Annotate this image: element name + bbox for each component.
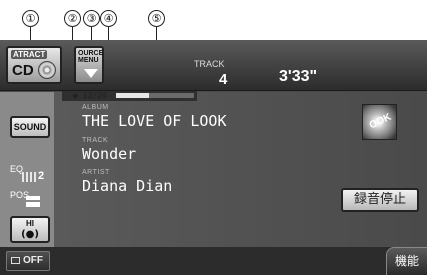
screen-off-icon — [11, 257, 20, 264]
track-title-label: TRACK — [82, 137, 109, 144]
hi-button[interactable]: HI (●) — [10, 216, 50, 243]
bottom-bar: OFF 機能 — [0, 247, 427, 275]
source-menu-label-1: OURCE — [78, 50, 104, 57]
sidebar: SOUND EQ 2 POS HI (●) — [0, 92, 54, 247]
hi-label: HI — [26, 219, 34, 228]
progress-bar-fill — [116, 93, 149, 98]
seat-position-icon — [26, 196, 40, 207]
attract-label: ATRACT — [11, 50, 48, 59]
callout-3: ③ — [83, 10, 100, 27]
source-menu-label-2: MENU — [78, 57, 99, 64]
progress-bar — [116, 93, 194, 98]
artist-label: ARTIST — [82, 169, 110, 176]
album-art-image: OOK — [362, 104, 397, 140]
pos-button[interactable]: POS — [10, 190, 52, 212]
callout-1: ① — [22, 10, 39, 27]
audio-screen: ATRACT CD OURCE MENU TRACK 4 3'33" SOUND… — [0, 40, 427, 275]
attract-cd-button[interactable]: ATRACT CD — [6, 46, 62, 84]
top-bar: ATRACT CD OURCE MENU TRACK 4 3'33" — [0, 40, 427, 91]
triangle-down-icon — [84, 69, 98, 78]
track-label: TRACK — [194, 59, 225, 69]
album-art-text: OOK — [367, 111, 394, 132]
track-number: 4 — [219, 71, 228, 88]
sound-button[interactable]: SOUND — [10, 116, 50, 138]
callout-2: ② — [64, 10, 81, 27]
album-value: THE LOVE OF LOOK — [82, 112, 227, 130]
callout-4: ④ — [100, 10, 117, 27]
cd-disc-icon — [38, 61, 56, 79]
off-label: OFF — [23, 255, 43, 266]
cd-label: CD — [12, 62, 34, 79]
track-info-panel: ALBUM THE LOVE OF LOOK TRACK Wonder ARTI… — [54, 92, 427, 247]
equalizer-icon — [22, 172, 36, 182]
track-title-value: Wonder — [82, 145, 137, 163]
artist-value: Diana Dian — [82, 177, 173, 195]
source-menu-button[interactable]: OURCE MENU — [74, 46, 104, 84]
eq-button[interactable]: EQ 2 — [10, 164, 52, 186]
eq-value: 2 — [38, 170, 45, 182]
album-label: ALBUM — [82, 104, 109, 111]
record-stop-button[interactable]: 録音停止 — [341, 188, 419, 212]
callout-5: ⑤ — [148, 10, 165, 27]
hi-speaker-icon: (●) — [21, 229, 39, 240]
track-time: 3'33" — [279, 68, 318, 85]
function-button[interactable]: 機能 — [386, 247, 427, 275]
disc-track-count: ● 12/24 — [73, 91, 107, 100]
off-button[interactable]: OFF — [6, 251, 50, 271]
